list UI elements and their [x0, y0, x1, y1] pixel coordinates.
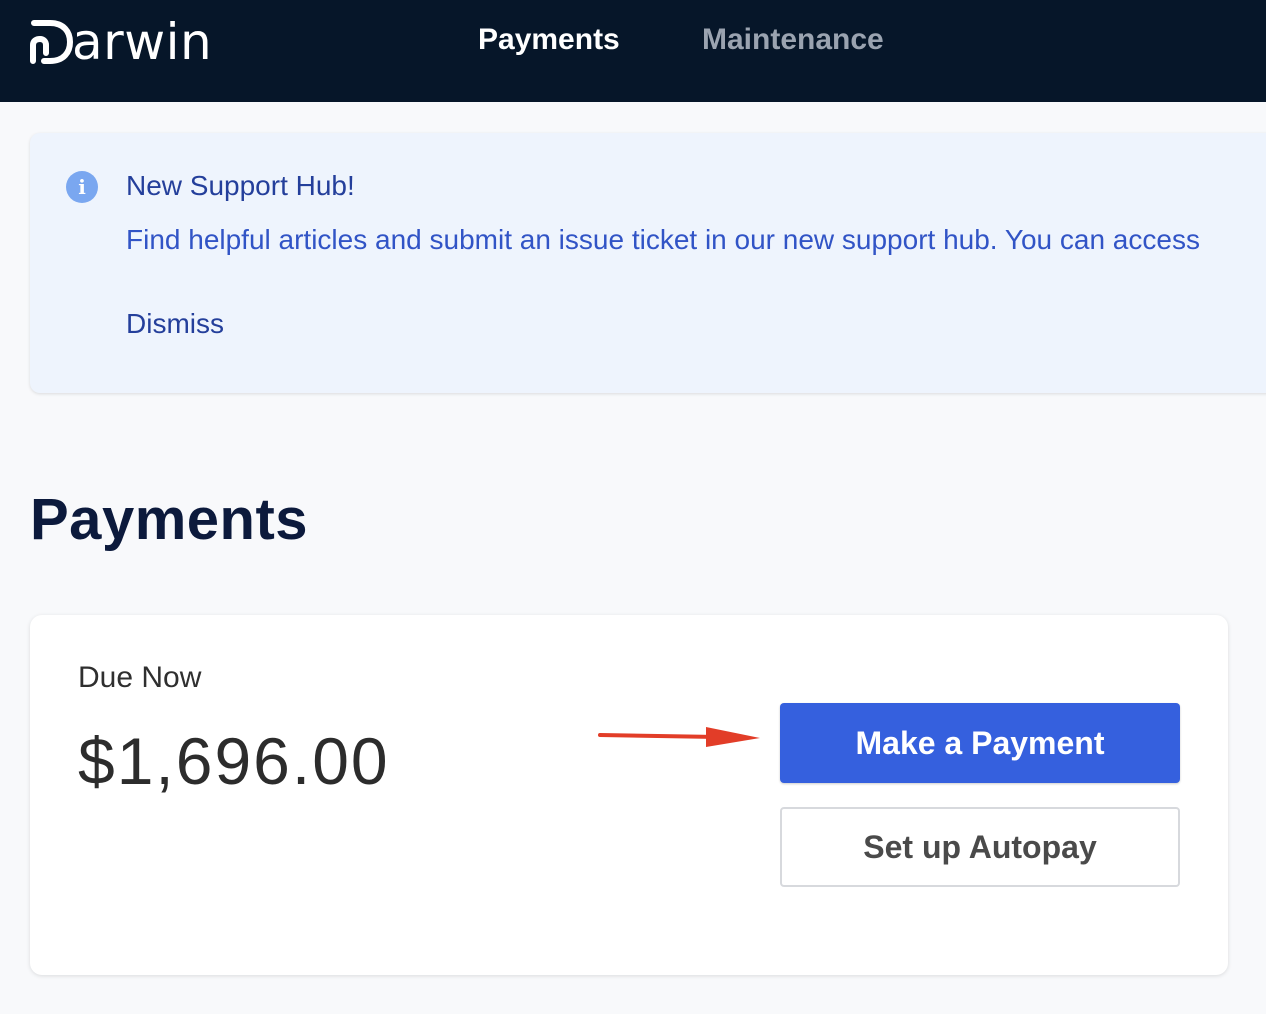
nav-payments[interactable]: Payments — [478, 20, 620, 60]
logo-wordmark: arwin — [72, 13, 213, 71]
banner-title: New Support Hub! — [126, 170, 355, 201]
page-title: Payments — [30, 487, 309, 552]
due-amount: $1,696.00 — [78, 724, 390, 798]
support-hub-banner: i New Support Hub! Find helpful articles… — [30, 133, 1266, 393]
dismiss-link[interactable]: Dismiss — [126, 308, 224, 340]
annotation-arrow-icon — [598, 727, 760, 747]
darwin-logo[interactable]: arwin — [30, 13, 213, 71]
setup-autopay-button[interactable]: Set up Autopay — [780, 807, 1180, 887]
banner-body: Find helpful articles and submit an issu… — [126, 224, 1200, 255]
make-payment-button[interactable]: Make a Payment — [780, 703, 1180, 783]
payment-due-card: Due Now $1,696.00 Make a Payment Set up … — [30, 615, 1228, 975]
darwin-logo-icon — [30, 20, 74, 64]
nav-maintenance[interactable]: Maintenance — [702, 20, 884, 60]
due-now-label: Due Now — [78, 661, 202, 694]
info-icon: i — [66, 171, 98, 203]
top-navbar: arwin Payments Maintenance — [0, 0, 1266, 102]
